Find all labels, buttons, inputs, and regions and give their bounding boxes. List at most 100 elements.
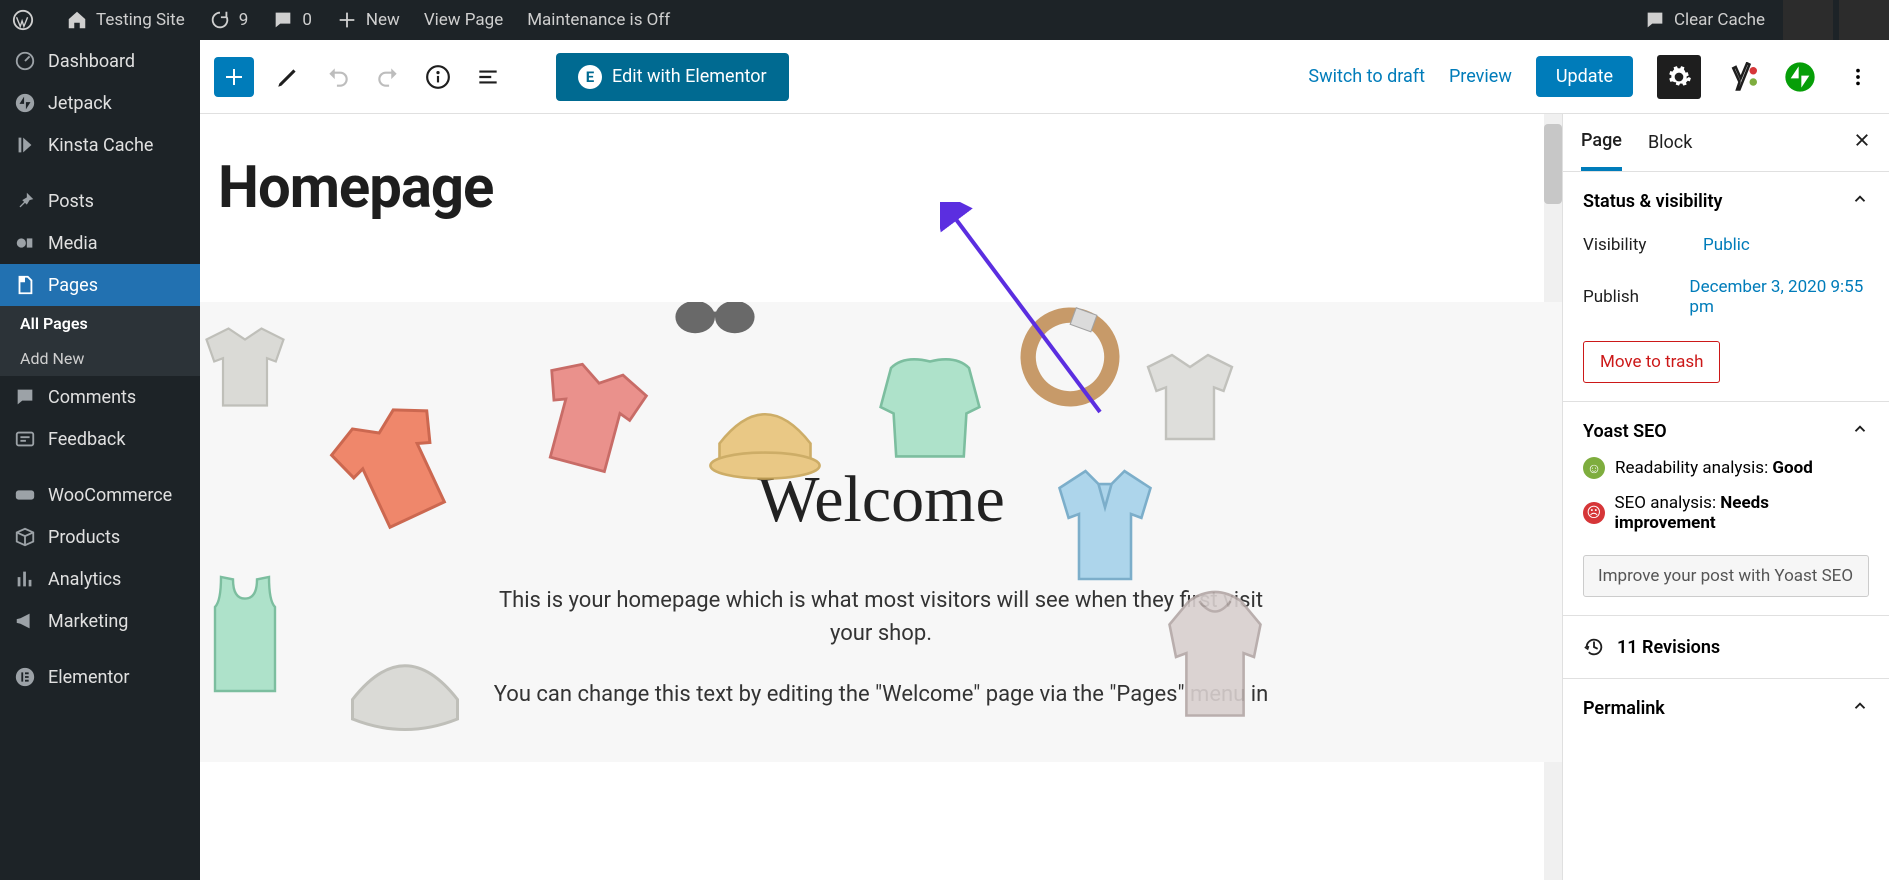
panel-yoast-seo: Yoast SEO ☺ Readability analysis: Good ☹… xyxy=(1563,402,1889,616)
adminbar-extra-1[interactable] xyxy=(1783,0,1833,40)
sketch-sunglasses-icon xyxy=(670,302,760,347)
nav-feedback[interactable]: Feedback xyxy=(0,418,200,460)
woo-icon xyxy=(14,484,36,506)
move-to-trash-button[interactable]: Move to trash xyxy=(1583,341,1720,383)
publish-value-link[interactable]: December 3, 2020 9:55 pm xyxy=(1689,277,1869,317)
close-settings-button[interactable] xyxy=(1853,130,1871,155)
tools-select-button[interactable] xyxy=(272,61,304,93)
revisions-row[interactable]: 11 Revisions xyxy=(1563,616,1889,679)
visibility-value-link[interactable]: Public xyxy=(1703,235,1750,255)
switch-to-draft-link[interactable]: Switch to draft xyxy=(1308,66,1425,87)
plus-icon xyxy=(336,9,358,31)
list-icon xyxy=(475,64,501,90)
nav-dashboard[interactable]: Dashboard xyxy=(0,40,200,82)
info-icon xyxy=(425,64,451,90)
nav-pages-add[interactable]: Add New xyxy=(0,341,200,376)
chevron-up-icon xyxy=(1851,697,1869,720)
wordpress-icon xyxy=(12,9,34,31)
kinsta-icon xyxy=(14,134,36,156)
hero-block[interactable]: Welcome This is your homepage which is w… xyxy=(200,302,1562,762)
nav-elementor[interactable]: Elementor xyxy=(0,656,200,698)
scrollbar-thumb[interactable] xyxy=(1544,124,1562,204)
seo-analysis-row[interactable]: ☹ SEO analysis: Needs improvement xyxy=(1583,493,1869,533)
admin-side-nav: Dashboard Jetpack Kinsta Cache Posts Med… xyxy=(0,40,200,880)
page-title[interactable]: Homepage xyxy=(218,154,1544,222)
chevron-up-icon xyxy=(1851,190,1869,213)
readability-row[interactable]: ☺ Readability analysis: Good xyxy=(1583,457,1869,479)
nav-kinsta-cache[interactable]: Kinsta Cache xyxy=(0,124,200,166)
gear-icon xyxy=(1666,64,1692,90)
comments-menu[interactable]: 0 xyxy=(260,0,324,40)
sketch-cap-icon xyxy=(700,382,830,492)
wp-admin-bar: Testing Site 9 0 New View Page Maintenan… xyxy=(0,0,1889,40)
maintenance-toggle[interactable]: Maintenance is Off xyxy=(515,0,682,40)
edit-with-elementor-button[interactable]: E Edit with Elementor xyxy=(556,53,789,101)
panel-status-visibility: Status & visibility Visibility Public Pu… xyxy=(1563,172,1889,402)
sketch-tee-orange-icon xyxy=(295,367,494,566)
settings-sidebar: Page Block Status & visibility Visibilit… xyxy=(1562,114,1889,880)
panel-permalink-toggle[interactable]: Permalink xyxy=(1583,697,1869,720)
more-options-button[interactable] xyxy=(1841,60,1875,94)
nav-pages-all[interactable]: All Pages xyxy=(0,306,200,341)
nav-analytics[interactable]: Analytics xyxy=(0,558,200,600)
close-icon xyxy=(1853,131,1871,149)
clear-cache-button[interactable]: Clear Cache xyxy=(1632,0,1777,40)
updates-menu[interactable]: 9 xyxy=(197,0,261,40)
jetpack-icon xyxy=(14,92,36,114)
elementor-logo-icon: E xyxy=(578,65,602,89)
pin-icon xyxy=(14,190,36,212)
pencil-icon xyxy=(275,64,301,90)
pages-icon xyxy=(14,274,36,296)
feedback-icon xyxy=(14,428,36,450)
nav-pages[interactable]: Pages xyxy=(0,264,200,306)
jetpack-toggle-button[interactable] xyxy=(1783,60,1817,94)
sketch-belt-icon xyxy=(995,302,1145,429)
wp-logo[interactable] xyxy=(0,0,54,40)
yoast-icon xyxy=(1727,62,1757,92)
view-page-link[interactable]: View Page xyxy=(412,0,515,40)
editor-canvas: Homepage xyxy=(200,114,1562,880)
nav-jetpack[interactable]: Jetpack xyxy=(0,82,200,124)
visibility-label: Visibility xyxy=(1583,235,1703,255)
updates-count: 9 xyxy=(239,10,249,30)
sketch-polo-blue-icon xyxy=(1040,452,1170,602)
history-icon xyxy=(1583,636,1605,658)
sketch-tee-grey2-icon xyxy=(1130,332,1250,462)
panel-yoast-toggle[interactable]: Yoast SEO xyxy=(1583,420,1869,443)
tab-page[interactable]: Page xyxy=(1581,114,1622,171)
nav-marketing[interactable]: Marketing xyxy=(0,600,200,642)
nav-posts[interactable]: Posts xyxy=(0,180,200,222)
block-editor: E Edit with Elementor Switch to draft Pr… xyxy=(200,40,1889,880)
nav-comments[interactable]: Comments xyxy=(0,376,200,418)
hero-background xyxy=(200,302,1562,762)
undo-icon xyxy=(325,64,351,90)
settings-toggle-button[interactable] xyxy=(1657,55,1701,99)
tab-block[interactable]: Block xyxy=(1648,116,1692,169)
elementor-icon xyxy=(14,666,36,688)
yoast-toggle-button[interactable] xyxy=(1725,60,1759,94)
new-label: New xyxy=(366,10,400,30)
undo-button[interactable] xyxy=(322,61,354,93)
nav-woocommerce[interactable]: WooCommerce xyxy=(0,474,200,516)
jetpack-green-icon xyxy=(1784,61,1816,93)
new-content-menu[interactable]: New xyxy=(324,0,412,40)
outline-button[interactable] xyxy=(472,61,504,93)
preview-link[interactable]: Preview xyxy=(1449,66,1512,87)
adminbar-extra-2[interactable] xyxy=(1839,0,1889,40)
comment-icon xyxy=(272,9,294,31)
site-name-menu[interactable]: Testing Site xyxy=(54,0,197,40)
chevron-up-icon xyxy=(1851,420,1869,443)
bars-icon xyxy=(14,568,36,590)
panel-status-toggle[interactable]: Status & visibility xyxy=(1583,190,1869,213)
home-icon xyxy=(66,9,88,31)
kebab-icon xyxy=(1847,66,1869,88)
details-button[interactable] xyxy=(422,61,454,93)
improve-yoast-button[interactable]: Improve your post with Yoast SEO xyxy=(1583,555,1869,597)
add-block-button[interactable] xyxy=(214,57,254,97)
update-button[interactable]: Update xyxy=(1536,56,1633,97)
frown-icon: ☹ xyxy=(1583,502,1605,524)
redo-button[interactable] xyxy=(372,61,404,93)
nav-media[interactable]: Media xyxy=(0,222,200,264)
sketch-tank-green-icon xyxy=(200,562,305,712)
nav-products[interactable]: Products xyxy=(0,516,200,558)
